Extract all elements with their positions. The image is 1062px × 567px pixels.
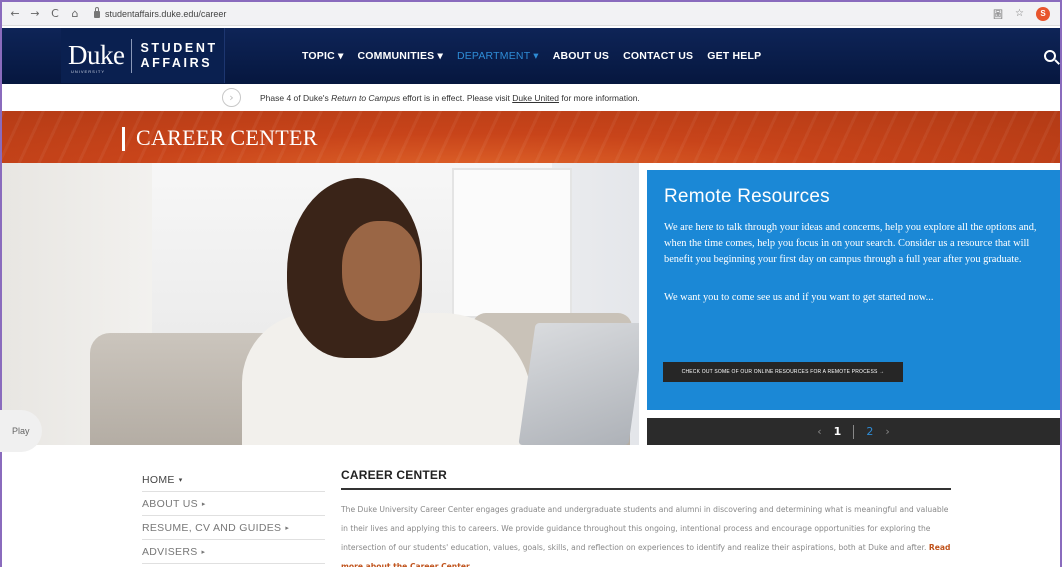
- nav-about-us[interactable]: ABOUT US: [553, 50, 609, 62]
- browser-toolbar: ← → C ⌂ studentaffairs.duke.edu/career 圖…: [2, 0, 1060, 26]
- side-nav-resume-cv-guides[interactable]: RESUME, CV AND GUIDES ▸: [142, 516, 325, 540]
- side-nav-label: RESUME, CV AND GUIDES: [142, 521, 282, 534]
- career-center-banner: CAREER CENTER: [2, 111, 1060, 163]
- chevron-right-icon: ▸: [201, 499, 206, 508]
- notice-italic: Return to Campus: [331, 93, 401, 103]
- lock-icon: [94, 7, 100, 18]
- logo-student: STUDENT: [140, 40, 218, 55]
- remote-resources-title: Remote Resources: [664, 186, 830, 207]
- notice-text: Phase 4 of Duke's Return to Campus effor…: [260, 93, 640, 103]
- side-nav-about-us[interactable]: ABOUT US ▸: [142, 492, 325, 516]
- remote-resources-paragraph-1: We are here to talk through your ideas a…: [664, 222, 1037, 265]
- chevron-right-icon: ▸: [201, 547, 206, 556]
- main-navigation: TOPIC ▾ COMMUNITIES ▾ DEPARTMENT ▾ ABOUT…: [302, 28, 761, 83]
- pager-prev-icon[interactable]: ‹: [817, 425, 821, 438]
- content-title: CAREER CENTER: [341, 468, 951, 490]
- hero-image: [2, 163, 639, 445]
- side-nav-label: ADVISERS: [142, 545, 198, 558]
- side-nav-label: HOME: [142, 473, 175, 486]
- notice-arrow-icon[interactable]: ›: [222, 88, 241, 107]
- logo-university-text: UNIVERSITY: [71, 69, 106, 74]
- url-text: studentaffairs.duke.edu/career: [105, 8, 227, 19]
- remote-resources-paragraph-2: We want you to come see us and if you wa…: [664, 292, 934, 303]
- duke-student-affairs-logo[interactable]: Duke UNIVERSITY STUDENT AFFAIRS: [61, 28, 225, 83]
- reload-icon[interactable]: C: [48, 7, 62, 20]
- notice-text-mid: effort is in effect. Please visit: [400, 93, 513, 103]
- forward-arrow-icon[interactable]: →: [28, 7, 42, 20]
- logo-divider: [131, 38, 133, 73]
- chevron-right-icon: ▸: [285, 523, 290, 532]
- duke-united-link[interactable]: Duke United: [512, 93, 559, 103]
- side-nav-home[interactable]: HOME ▾: [142, 468, 325, 492]
- back-arrow-icon[interactable]: ←: [8, 7, 22, 20]
- logo-student-affairs: STUDENT AFFAIRS: [140, 41, 217, 71]
- side-nav-label: ABOUT US: [142, 497, 198, 510]
- banner-accent-bar: [122, 127, 125, 151]
- pager-divider: [853, 424, 855, 439]
- nav-communities[interactable]: COMMUNITIES ▾: [357, 50, 442, 62]
- main-content: CAREER CENTER The Duke University Career…: [341, 468, 951, 567]
- notice-text-after: for more information.: [559, 93, 640, 103]
- logo-duke-text: Duke: [68, 40, 125, 70]
- banner-title: CAREER CENTER: [136, 125, 318, 150]
- content-body-text: The Duke University Career Center engage…: [341, 505, 949, 552]
- pager-page-2[interactable]: 2: [866, 425, 873, 438]
- notice-text-before: Phase 4 of Duke's: [260, 93, 332, 103]
- search-icon[interactable]: [1044, 50, 1056, 62]
- profile-avatar[interactable]: S: [1036, 6, 1050, 21]
- pager-page-1[interactable]: 1: [834, 425, 842, 438]
- content-body: The Duke University Career Center engage…: [341, 500, 951, 567]
- side-navigation: HOME ▾ ABOUT US ▸ RESUME, CV AND GUIDES ▸ A…: [142, 468, 325, 564]
- slide-pager: ‹ 1 2 ›: [647, 418, 1060, 445]
- side-nav-advisers[interactable]: ADVISERS ▸: [142, 540, 325, 564]
- play-button[interactable]: Play: [0, 410, 42, 452]
- nav-topic[interactable]: TOPIC ▾: [302, 50, 343, 62]
- chevron-down-icon: ▾: [178, 475, 183, 484]
- pager-next-icon[interactable]: ›: [885, 425, 889, 438]
- nav-department[interactable]: DEPARTMENT ▾: [457, 50, 539, 62]
- online-resources-button[interactable]: CHECK OUT SOME OF OUR ONLINE RESOURCES F…: [663, 362, 903, 382]
- remote-resources-panel: Remote Resources We are here to talk thr…: [647, 170, 1060, 410]
- home-icon[interactable]: ⌂: [68, 7, 82, 20]
- site-header: Duke UNIVERSITY STUDENT AFFAIRS TOPIC ▾ …: [2, 28, 1060, 84]
- translate-icon[interactable]: 圖: [993, 6, 1003, 21]
- nav-get-help[interactable]: GET HELP: [707, 50, 761, 62]
- nav-contact-us[interactable]: CONTACT US: [623, 50, 693, 62]
- logo-affairs: AFFAIRS: [140, 55, 213, 70]
- bookmark-star-icon[interactable]: ☆: [1015, 8, 1024, 19]
- notice-bar: › Phase 4 of Duke's Return to Campus eff…: [2, 85, 1060, 111]
- address-bar[interactable]: studentaffairs.duke.edu/career: [94, 7, 227, 19]
